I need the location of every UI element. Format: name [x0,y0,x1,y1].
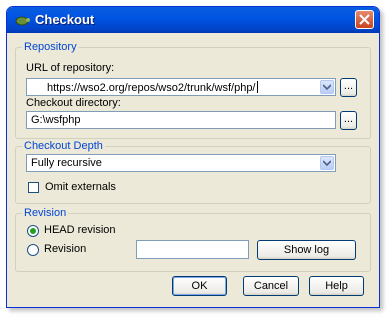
head-revision-radio[interactable] [27,225,39,237]
chevron-down-icon [323,84,331,90]
cancel-label: Cancel [253,280,289,292]
directory-label: Checkout directory: [26,97,121,109]
depth-combobox[interactable]: Fully recursive [26,154,336,172]
omit-externals-label[interactable]: Omit externals [45,181,116,193]
url-combobox[interactable]: https://wso2.org/repos/wso2/trunk/wsf/ph… [26,78,336,96]
repository-legend: Repository [22,41,79,53]
close-button[interactable] [355,10,374,29]
depth-legend: Checkout Depth [22,140,105,152]
cancel-button[interactable]: Cancel [243,276,299,296]
directory-value: G:\wsfphp [31,114,81,126]
url-value: https://wso2.org/repos/wso2/trunk/wsf/ph… [47,82,256,94]
revision-legend: Revision [22,207,69,219]
title-bar[interactable]: Checkout [7,7,379,33]
help-label: Help [325,280,348,292]
url-browse-button[interactable]: ... [340,78,357,97]
revision-label[interactable]: Revision [44,243,86,255]
help-button[interactable]: Help [309,276,364,296]
depth-dropdown-button[interactable] [320,156,334,170]
close-icon [359,14,370,25]
checkout-dialog: Checkout Repository URL of repository: h… [6,6,380,308]
url-label: URL of repository: [26,62,115,74]
directory-input[interactable]: G:\wsfphp [26,111,336,129]
depth-value: Fully recursive [31,157,102,169]
dialog-title: Checkout [35,12,95,27]
show-log-button[interactable]: Show log [257,240,356,260]
ok-label: OK [191,280,208,292]
show-log-label: Show log [283,244,330,256]
directory-browse-label: ... [343,113,354,125]
chevron-down-icon [323,160,331,166]
revision-input[interactable] [136,240,249,259]
directory-browse-button[interactable]: ... [340,111,357,130]
tortoise-icon [15,16,30,26]
url-browse-label: ... [343,80,354,92]
ok-button[interactable]: OK [172,276,227,296]
revision-radio[interactable] [27,244,39,256]
url-dropdown-button[interactable] [320,80,334,94]
omit-externals-checkbox[interactable] [28,182,39,193]
head-revision-label[interactable]: HEAD revision [44,224,116,236]
